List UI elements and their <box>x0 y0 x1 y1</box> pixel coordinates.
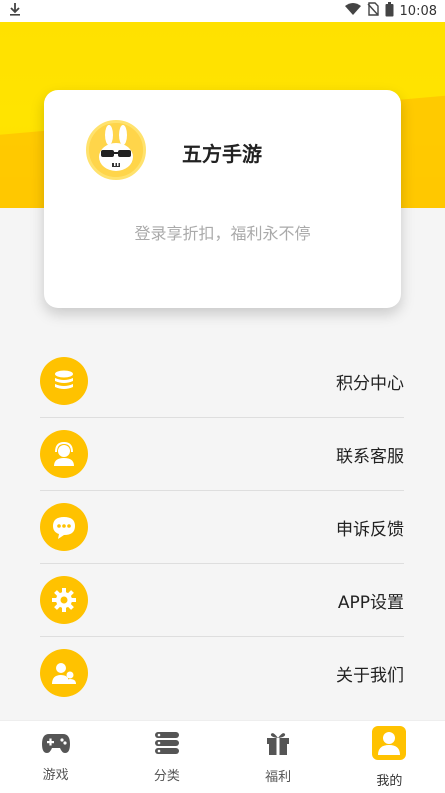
tab-label: 游戏 <box>42 767 69 783</box>
menu-label: 申诉反馈 <box>336 519 404 540</box>
wifi-icon <box>344 2 361 20</box>
list-icon <box>154 731 180 759</box>
menu-label: 积分中心 <box>336 373 404 394</box>
tab-label: 分类 <box>153 768 180 784</box>
tab-categories[interactable]: 分类 <box>111 721 222 793</box>
settings-menu: 积分中心 联系客服 申诉反馈 APP设置 关于我们 <box>40 345 404 709</box>
tab-mine[interactable]: 我的 <box>334 721 445 793</box>
gear-icon <box>40 576 88 624</box>
profile-card[interactable]: 五方手游 登录享折扣，福利永不停 <box>44 90 401 308</box>
brand-name: 五方手游 <box>182 142 262 166</box>
people-icon <box>40 649 88 697</box>
chat-bubble-icon <box>40 503 88 551</box>
tab-benefits[interactable]: 福利 <box>223 721 334 793</box>
coins-icon <box>40 357 88 405</box>
gamepad-icon <box>41 732 71 758</box>
bottom-tab-bar: 游戏 分类 福利 我的 <box>0 720 445 793</box>
menu-label: 联系客服 <box>336 446 404 467</box>
login-prompt[interactable]: 登录享折扣，福利永不停 <box>44 220 401 244</box>
battery-icon <box>385 1 394 21</box>
menu-item-feedback[interactable]: 申诉反馈 <box>40 491 404 564</box>
support-agent-icon <box>40 430 88 478</box>
menu-label: APP设置 <box>337 592 404 613</box>
rabbit-logo-icon <box>89 123 143 177</box>
user-icon <box>372 725 407 764</box>
menu-item-about[interactable]: 关于我们 <box>40 637 404 709</box>
menu-item-settings[interactable]: APP设置 <box>40 564 404 637</box>
avatar[interactable] <box>86 120 146 180</box>
status-bar: 10:08 <box>0 0 445 22</box>
tab-games[interactable]: 游戏 <box>0 721 111 793</box>
tab-label: 我的 <box>376 773 403 789</box>
gift-icon <box>265 730 291 760</box>
status-time: 10:08 <box>399 3 437 19</box>
menu-item-support[interactable]: 联系客服 <box>40 418 404 491</box>
tab-label: 福利 <box>265 769 292 785</box>
menu-label: 关于我们 <box>336 665 404 686</box>
menu-item-points[interactable]: 积分中心 <box>40 345 404 418</box>
download-icon <box>8 2 22 20</box>
no-sim-icon <box>367 2 379 20</box>
